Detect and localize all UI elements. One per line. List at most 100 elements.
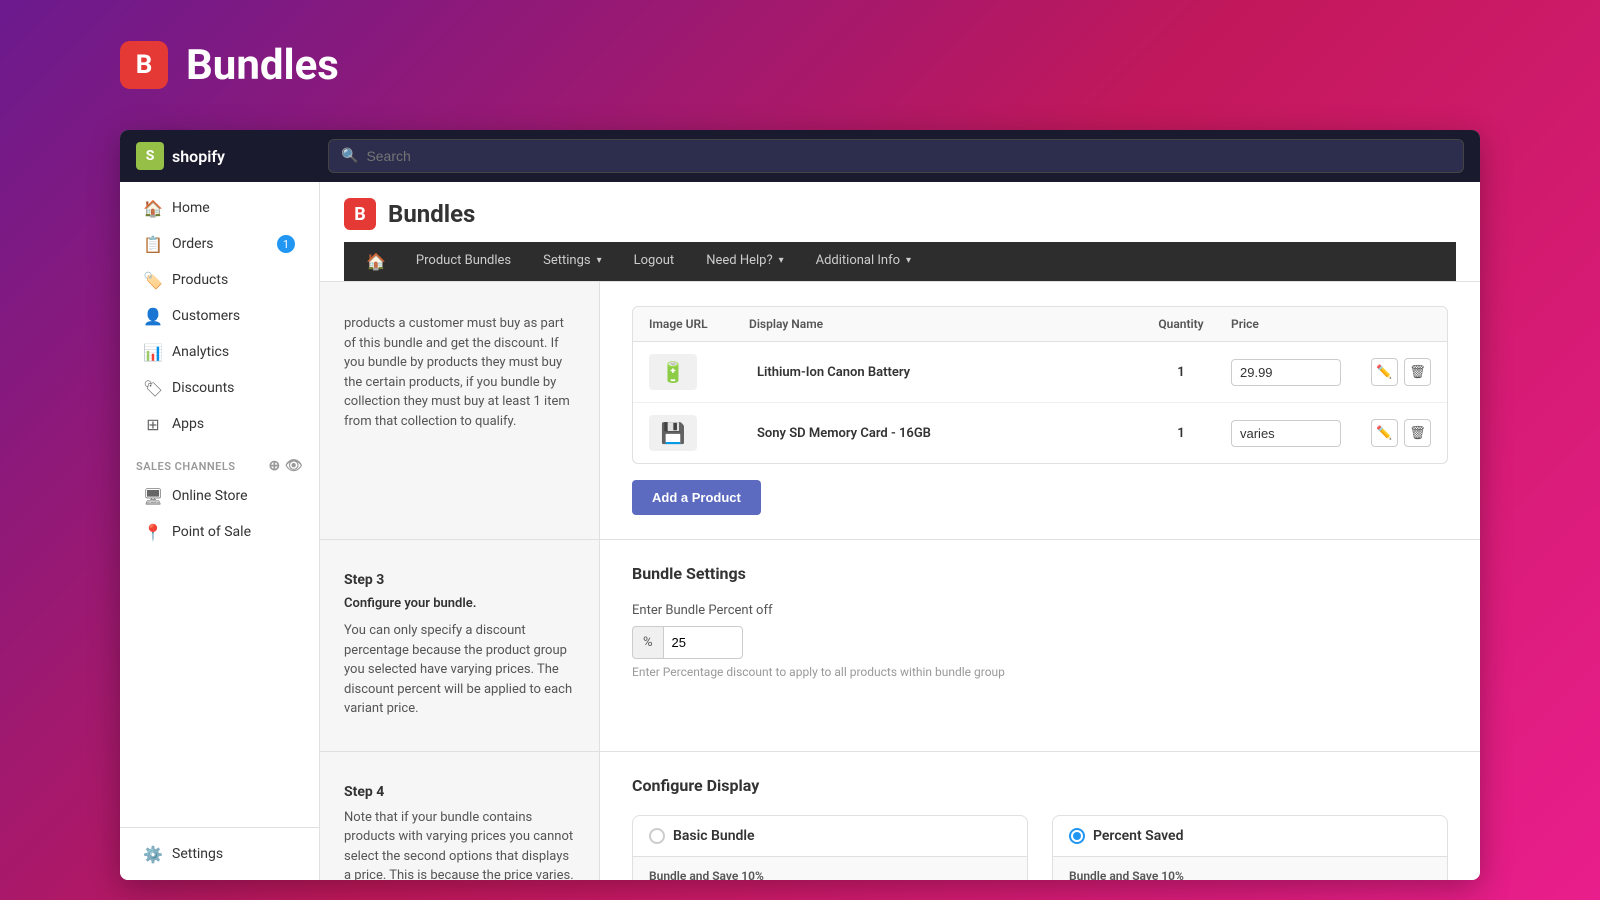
table-row: 💾 Sony SD Memory Card - 16GB 1 ✏️ 🗑: [633, 403, 1447, 463]
sidebar-label-products: Products: [172, 272, 228, 288]
sidebar-label-online-store: Online Store: [172, 488, 248, 504]
top-banner: B Bundles: [0, 0, 1600, 130]
settings-chevron-icon: ▾: [597, 255, 602, 266]
percent-saved-radio[interactable]: [1069, 828, 1085, 844]
orders-icon: 📋: [144, 235, 162, 253]
product-name-1: Lithium-Ion Canon Battery: [749, 365, 1131, 380]
nav-tab-product-bundles[interactable]: Product Bundles: [400, 243, 527, 280]
price-input-1[interactable]: [1231, 359, 1341, 386]
sidebar-label-home: Home: [172, 200, 210, 216]
sidebar-bottom: ⚙️ Settings: [120, 827, 319, 880]
sidebar-item-discounts[interactable]: 🏷 Discounts: [128, 371, 311, 405]
product-price-1: [1231, 359, 1371, 386]
basic-bundle-preview: Bundle and Save 10% 👕 + + 🧥: [633, 857, 1027, 881]
sidebar-label-settings: Settings: [172, 846, 223, 862]
percent-saved-preview: Bundle and Save 10% 👕 + + 🧥: [1053, 857, 1447, 881]
sidebar-item-apps[interactable]: ⊞ Apps: [128, 407, 311, 441]
percent-input[interactable]: [663, 626, 743, 659]
banner-title: Bundles: [186, 41, 339, 90]
banner-logo: B: [120, 41, 168, 89]
display-option-basic: Basic Bundle Bundle and Save 10% 👕 +: [632, 815, 1028, 881]
edit-product-2-btn[interactable]: ✏️: [1371, 419, 1398, 447]
table-header: Image URL Display Name Quantity Price: [633, 307, 1447, 342]
step4-title: Step 4: [344, 784, 575, 800]
nav-tabs: 🏠 Product Bundles Settings ▾ Logout Need…: [344, 242, 1456, 281]
edit-product-1-btn[interactable]: ✏️: [1371, 358, 1398, 386]
home-icon: 🏠: [144, 199, 162, 217]
nav-home-btn[interactable]: 🏠: [352, 242, 400, 281]
col-header-price: Price: [1231, 317, 1371, 331]
sidebar-label-point-of-sale: Point of Sale: [172, 524, 251, 540]
sidebar-item-orders[interactable]: 📋 Orders 1: [128, 227, 311, 261]
sidebar-item-analytics[interactable]: 📊 Analytics: [128, 335, 311, 369]
add-product-button[interactable]: Add a Product: [632, 480, 761, 515]
products-table: Image URL Display Name Quantity Price 🔋: [632, 306, 1448, 464]
sidebar-item-online-store[interactable]: 🖥 Online Store: [128, 479, 311, 513]
bundles-app-title: Bundles: [388, 200, 475, 228]
point-of-sale-icon: 📍: [144, 523, 162, 541]
customers-icon: 👤: [144, 307, 162, 325]
sidebar-item-settings[interactable]: ⚙️ Settings: [128, 837, 311, 871]
section-header-icons: ⊕ 👁: [268, 458, 303, 474]
percent-saved-label: Percent Saved: [1093, 828, 1183, 844]
configure-display-title: Configure Display: [632, 776, 1448, 795]
percent-symbol: %: [632, 626, 663, 659]
sidebar-label-discounts: Discounts: [172, 380, 234, 396]
apps-icon: ⊞: [144, 415, 162, 433]
sidebar-label-orders: Orders: [172, 236, 214, 252]
app-content: B Bundles 🏠 Product Bundles Settings ▾: [320, 182, 1480, 880]
sidebar-item-point-of-sale[interactable]: 📍 Point of Sale: [128, 515, 311, 549]
product-img-2: 💾: [649, 415, 697, 451]
products-section-desc: products a customer must buy as part of …: [344, 314, 575, 431]
product-image-2: 💾: [649, 415, 749, 451]
main-content: 🏠 Home 📋 Orders 1 🏷️ Products 👤 Customer…: [120, 182, 1480, 880]
basic-bundle-radio[interactable]: [649, 828, 665, 844]
display-option-percent: Percent Saved Bundle and Save 10% 👕 +: [1052, 815, 1448, 881]
shopify-logo-area: S shopify: [136, 142, 316, 170]
search-input[interactable]: [366, 148, 1451, 164]
sidebar-label-customers: Customers: [172, 308, 240, 324]
add-channel-icon: ⊕: [268, 458, 280, 474]
need-help-chevron-icon: ▾: [779, 255, 784, 266]
nav-tab-settings[interactable]: Settings ▾: [527, 243, 618, 280]
nav-tab-additional-info[interactable]: Additional Info ▾: [800, 243, 927, 280]
search-icon: 🔍: [341, 148, 358, 164]
price-input-2[interactable]: [1231, 420, 1341, 447]
nav-tab-need-help[interactable]: Need Help? ▾: [690, 243, 799, 280]
additional-info-chevron-icon: ▾: [906, 255, 911, 266]
online-store-icon: 🖥: [144, 487, 162, 505]
step3-section-right: Bundle Settings Enter Bundle Percent off…: [600, 540, 1480, 751]
products-section: products a customer must buy as part of …: [320, 282, 1480, 540]
step4-section-right: Configure Display Basic Bundle Bundle an…: [600, 752, 1480, 881]
sidebar-label-apps: Apps: [172, 416, 204, 432]
nav-tab-logout[interactable]: Logout: [618, 243, 691, 280]
col-header-qty: Quantity: [1131, 317, 1231, 331]
product-name-2: Sony SD Memory Card - 16GB: [749, 426, 1131, 441]
sidebar-item-home[interactable]: 🏠 Home: [128, 191, 311, 225]
search-bar[interactable]: 🔍: [328, 139, 1464, 173]
table-row: 🔋 Lithium-Ion Canon Battery 1 ✏️ 🗑: [633, 342, 1447, 403]
product-price-2: [1231, 420, 1371, 447]
col-header-image: Image URL: [649, 317, 749, 331]
col-header-name: Display Name: [749, 317, 1131, 331]
product-qty-2: 1: [1131, 426, 1231, 441]
sales-channels-header: SALES CHANNELS ⊕ 👁: [120, 442, 319, 478]
scroll-content[interactable]: products a customer must buy as part of …: [320, 282, 1480, 880]
sidebar: 🏠 Home 📋 Orders 1 🏷️ Products 👤 Customer…: [120, 182, 320, 880]
sidebar-item-products[interactable]: 🏷️ Products: [128, 263, 311, 297]
analytics-icon: 📊: [144, 343, 162, 361]
sidebar-item-customers[interactable]: 👤 Customers: [128, 299, 311, 333]
product-img-1: 🔋: [649, 354, 697, 390]
products-section-right: Image URL Display Name Quantity Price 🔋: [600, 282, 1480, 539]
products-icon: 🏷️: [144, 271, 162, 289]
step4-section: Step 4 Note that if your bundle contains…: [320, 752, 1480, 881]
delete-product-1-btn[interactable]: 🗑: [1404, 358, 1431, 386]
main-window: S shopify 🔍 🏠 Home 📋 Orders 1 🏷️ Product…: [120, 130, 1480, 880]
basic-bundle-label: Basic Bundle: [673, 828, 755, 844]
bundles-logo-small: B: [344, 198, 376, 230]
delete-product-2-btn[interactable]: 🗑: [1404, 419, 1431, 447]
product-actions-2: ✏️ 🗑: [1371, 419, 1431, 447]
bundle-settings-title: Bundle Settings: [632, 564, 1448, 583]
product-actions-1: ✏️ 🗑: [1371, 358, 1431, 386]
col-header-actions: [1371, 317, 1431, 331]
